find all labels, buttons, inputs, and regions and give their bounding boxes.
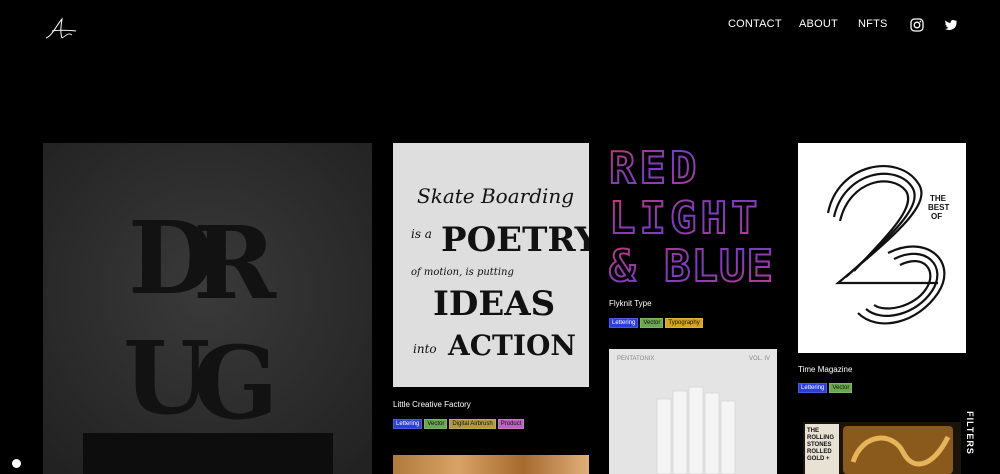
project-title-little-creative-factory[interactable]: Little Creative Factory xyxy=(393,400,471,409)
lettering-line-3: POETRY xyxy=(441,220,589,260)
tag-product[interactable]: Product xyxy=(497,419,525,429)
project-pentatonix-image[interactable]: PENTATONIX VOL. IV xyxy=(609,349,777,474)
tags-flyknit-type: Lettering Vector Typography xyxy=(609,318,705,328)
rolling-stones-album-art: THE ROLLING STONES ROLLED GOLD + xyxy=(803,422,961,474)
project-little-creative-factory-image[interactable]: Skate Boarding is a POETRY of motion, is… xyxy=(393,143,589,387)
project-next-image[interactable] xyxy=(393,455,589,474)
album-text-the: THE xyxy=(807,428,819,434)
lettering-line-6: into xyxy=(413,342,437,356)
art-text-the: THE xyxy=(930,194,947,203)
project-title-flyknit-type[interactable]: Flyknit Type xyxy=(609,299,652,308)
nav-about[interactable]: ABOUT xyxy=(799,18,838,30)
instagram-icon[interactable] xyxy=(910,18,924,32)
album-text-stones: STONES xyxy=(807,442,832,448)
art-line-red: RED xyxy=(609,143,700,194)
tag-lettering[interactable]: Lettering xyxy=(609,318,639,328)
drug-letter-g: G xyxy=(193,324,278,442)
album-text-gold: GOLD + xyxy=(807,456,830,462)
art-text-best: BEST xyxy=(928,203,949,212)
nav-contact[interactable]: CONTACT xyxy=(728,18,782,30)
twitter-icon[interactable] xyxy=(944,18,958,32)
logo[interactable] xyxy=(42,16,80,42)
project-title-time-magazine[interactable]: Time Magazine xyxy=(798,365,852,374)
album-volume-label: VOL. IV xyxy=(749,356,770,362)
skateboarding-lettering-art: Skate Boarding is a POETRY of motion, is… xyxy=(393,143,589,387)
project-drug-image[interactable]: D R U G xyxy=(43,143,372,474)
red-light-blue-art: RED LIGHT & BLUE xyxy=(609,143,774,288)
tags-time-magazine: Lettering Vector xyxy=(798,383,854,393)
pentatonix-album-art: PENTATONIX VOL. IV xyxy=(609,349,777,474)
drug-letter-r: R xyxy=(193,204,277,322)
filters-tab[interactable]: FILTERS xyxy=(964,400,980,474)
drug-sculpture-art: D R U G xyxy=(43,143,372,474)
tag-vector[interactable]: Vector xyxy=(640,318,664,328)
tag-lettering[interactable]: Lettering xyxy=(798,383,828,393)
lettering-line-2: is a xyxy=(411,227,432,241)
art-line-light: LIGHT xyxy=(609,193,761,244)
tags-little-creative-factory: Lettering Vector Digital Airbrush Product xyxy=(393,419,526,429)
lettering-line-4: of motion, is putting xyxy=(411,267,514,278)
tag-typography[interactable]: Typography xyxy=(665,318,703,328)
tag-digital-airbrush[interactable]: Digital Airbrush xyxy=(449,419,496,429)
lettering-line-7: ACTION xyxy=(447,329,576,362)
project-rolling-stones-image[interactable]: THE ROLLING STONES ROLLED GOLD + xyxy=(803,422,961,474)
project-time-magazine-image[interactable]: THE BEST OF xyxy=(798,143,966,353)
art-text-of: OF xyxy=(931,212,942,221)
lettering-line-1: Skate Boarding xyxy=(417,184,574,208)
project-flyknit-type-image[interactable]: RED LIGHT & BLUE xyxy=(609,143,777,288)
art-line-blue: & BLUE xyxy=(609,241,774,288)
time-magazine-23-art: THE BEST OF xyxy=(798,143,966,353)
filters-label: FILTERS xyxy=(964,411,975,455)
album-text-rolling: ROLLING xyxy=(807,435,834,441)
tag-vector[interactable]: Vector xyxy=(829,383,853,393)
lettering-line-5: IDEAS xyxy=(433,284,555,324)
tag-vector[interactable]: Vector xyxy=(424,419,448,429)
cursor-dot xyxy=(12,459,21,468)
nav-nfts[interactable]: NFTS xyxy=(858,18,888,30)
album-text-rolled: ROLLED xyxy=(807,449,832,455)
tag-lettering[interactable]: Lettering xyxy=(393,419,423,429)
album-artist-label: PENTATONIX xyxy=(617,356,654,362)
